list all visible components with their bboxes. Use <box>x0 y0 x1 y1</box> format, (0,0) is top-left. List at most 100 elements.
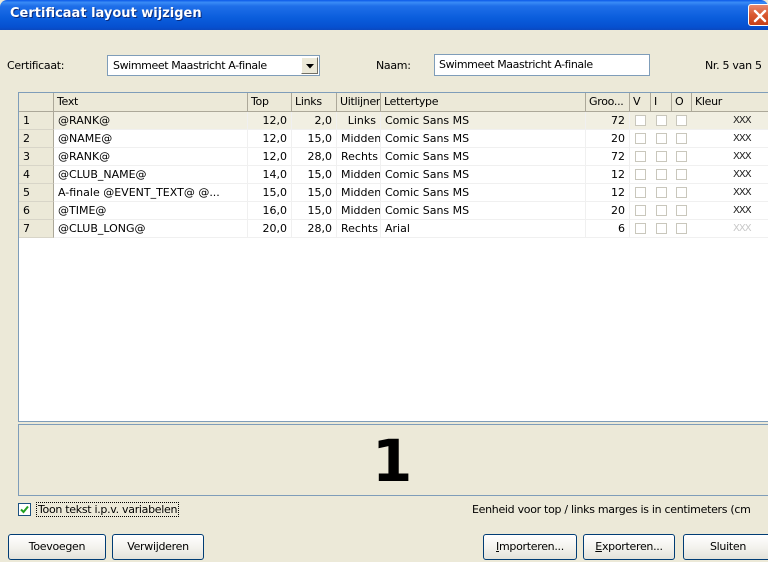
column-header-lettertype[interactable]: Lettertype <box>381 93 586 111</box>
color-swatch[interactable]: XXX <box>733 151 752 162</box>
cell-top[interactable]: 12,0 <box>248 112 292 130</box>
cell-text[interactable]: @RANK@ <box>54 112 248 130</box>
cell-grootte[interactable]: 6 <box>586 220 630 238</box>
certificaat-select[interactable]: Swimmeet Maastricht A-finale <box>107 55 320 76</box>
naam-input[interactable]: Swimmeet Maastricht A-finale <box>434 54 650 76</box>
color-swatch[interactable]: XXX <box>733 205 752 216</box>
cell-links[interactable]: 28,0 <box>292 220 337 238</box>
table-row[interactable]: 4 @CLUB_NAME@ 14,0 15,0 Midden Comic Sans MS 1… <box>19 166 768 184</box>
checkbox-o[interactable] <box>676 115 687 126</box>
color-swatch[interactable]: XXX <box>733 169 752 180</box>
cell-lettertype[interactable]: Comic Sans MS <box>381 184 586 202</box>
row-number[interactable]: 6 <box>19 202 54 220</box>
checkbox-o[interactable] <box>676 205 687 216</box>
column-header-v[interactable]: V <box>630 93 651 111</box>
column-header-grootte[interactable]: Groo... <box>586 93 630 111</box>
cell-text[interactable]: @RANK@ <box>54 148 248 166</box>
cell-top[interactable]: 14,0 <box>248 166 292 184</box>
table-row[interactable]: 7 @CLUB_LONG@ 20,0 28,0 Rechts Arial 6 XXX <box>19 220 768 238</box>
checkbox-i[interactable] <box>656 223 667 234</box>
checkbox-i[interactable] <box>656 205 667 216</box>
column-header-uitlijnen[interactable]: Uitlijnen <box>337 93 381 111</box>
checkbox-i[interactable] <box>656 187 667 198</box>
cell-uitlijnen[interactable]: Rechts <box>337 220 381 238</box>
table-row[interactable]: 3 @RANK@ 12,0 28,0 Rechts Comic Sans MS 72 XXX <box>19 148 768 166</box>
cell-grootte[interactable]: 20 <box>586 202 630 220</box>
cell-lettertype[interactable]: Comic Sans MS <box>381 130 586 148</box>
column-header-i[interactable]: I <box>651 93 672 111</box>
row-number[interactable]: 5 <box>19 184 54 202</box>
checkbox-i[interactable] <box>656 133 667 144</box>
row-number[interactable]: 7 <box>19 220 54 238</box>
cell-text[interactable]: @NAME@ <box>54 130 248 148</box>
checkbox-v[interactable] <box>635 169 646 180</box>
checkbox-v[interactable] <box>635 151 646 162</box>
checkbox-o[interactable] <box>676 187 687 198</box>
row-number[interactable]: 3 <box>19 148 54 166</box>
cell-links[interactable]: 15,0 <box>292 166 337 184</box>
cell-uitlijnen[interactable]: Midden <box>337 130 381 148</box>
cell-text[interactable]: @CLUB_LONG@ <box>54 220 248 238</box>
cell-uitlijnen[interactable]: Midden <box>337 166 381 184</box>
cell-uitlijnen[interactable]: Links <box>337 112 381 130</box>
cell-lettertype[interactable]: Comic Sans MS <box>381 202 586 220</box>
toevoegen-button[interactable]: Toevoegen <box>8 534 106 560</box>
cell-top[interactable]: 12,0 <box>248 148 292 166</box>
cell-grootte[interactable]: 12 <box>586 166 630 184</box>
checkbox-o[interactable] <box>676 223 687 234</box>
title-bar[interactable]: Certificaat layout wijzigen <box>0 0 768 30</box>
cell-grootte[interactable]: 72 <box>586 112 630 130</box>
column-header-top[interactable]: Top <box>248 93 292 111</box>
checkbox-i[interactable] <box>656 115 667 126</box>
sluiten-button[interactable]: Sluiten <box>683 534 768 560</box>
table-row[interactable]: 1 @RANK@ 12,0 2,0 Links Comic Sans MS 72 XXX <box>19 112 768 130</box>
checkbox-o[interactable] <box>676 169 687 180</box>
checkbox-o[interactable] <box>676 133 687 144</box>
column-header-kleur[interactable]: Kleur <box>692 93 768 111</box>
checkbox-o[interactable] <box>676 151 687 162</box>
checkbox-i[interactable] <box>656 169 667 180</box>
table-row[interactable]: 5 A-finale @EVENT_TEXT@ @... 15,0 15,0 Midde… <box>19 184 768 202</box>
verwijderen-button[interactable]: Verwijderen <box>112 534 204 560</box>
checkbox-v[interactable] <box>635 133 646 144</box>
cell-links[interactable]: 2,0 <box>292 112 337 130</box>
cell-text[interactable]: @TIME@ <box>54 202 248 220</box>
cell-links[interactable]: 28,0 <box>292 148 337 166</box>
color-swatch[interactable]: XXX <box>733 133 752 144</box>
cell-uitlijnen[interactable]: Rechts <box>337 148 381 166</box>
row-number[interactable]: 1 <box>19 112 54 130</box>
color-swatch[interactable]: XXX <box>733 187 752 198</box>
layout-grid[interactable]: Text Top Links Uitlijnen Lettertype Groo… <box>18 92 768 422</box>
cell-uitlijnen[interactable]: Midden <box>337 202 381 220</box>
color-swatch[interactable]: XXX <box>733 115 752 126</box>
cell-grootte[interactable]: 12 <box>586 184 630 202</box>
cell-lettertype[interactable]: Comic Sans MS <box>381 166 586 184</box>
toon-tekst-checkbox[interactable] <box>18 503 31 516</box>
checkbox-v[interactable] <box>635 205 646 216</box>
column-header-text[interactable]: Text <box>54 93 248 111</box>
row-number[interactable]: 2 <box>19 130 54 148</box>
cell-uitlijnen[interactable]: Midden <box>337 184 381 202</box>
cell-top[interactable]: 20,0 <box>248 220 292 238</box>
checkbox-v[interactable] <box>635 223 646 234</box>
exporteren-button[interactable]: Exporteren... <box>583 534 675 560</box>
cell-text[interactable]: @CLUB_NAME@ <box>54 166 248 184</box>
cell-top[interactable]: 15,0 <box>248 184 292 202</box>
toon-tekst-label[interactable]: Toon tekst i.p.v. variabelen <box>36 502 180 517</box>
row-number[interactable]: 4 <box>19 166 54 184</box>
table-row[interactable]: 2 @NAME@ 12,0 15,0 Midden Comic Sans MS 20 XXX <box>19 130 768 148</box>
cell-links[interactable]: 15,0 <box>292 130 337 148</box>
cell-links[interactable]: 15,0 <box>292 184 337 202</box>
close-button[interactable] <box>748 4 768 26</box>
cell-grootte[interactable]: 72 <box>586 148 630 166</box>
column-header-o[interactable]: O <box>672 93 692 111</box>
cell-lettertype[interactable]: Comic Sans MS <box>381 112 586 130</box>
checkbox-i[interactable] <box>656 151 667 162</box>
checkbox-v[interactable] <box>635 115 646 126</box>
cell-lettertype[interactable]: Arial <box>381 220 586 238</box>
column-header-links[interactable]: Links <box>292 93 337 111</box>
table-row[interactable]: 6 @TIME@ 16,0 15,0 Midden Comic Sans MS 20 XXX <box>19 202 768 220</box>
checkbox-v[interactable] <box>635 187 646 198</box>
cell-text[interactable]: A-finale @EVENT_TEXT@ @... <box>54 184 248 202</box>
cell-lettertype[interactable]: Comic Sans MS <box>381 148 586 166</box>
